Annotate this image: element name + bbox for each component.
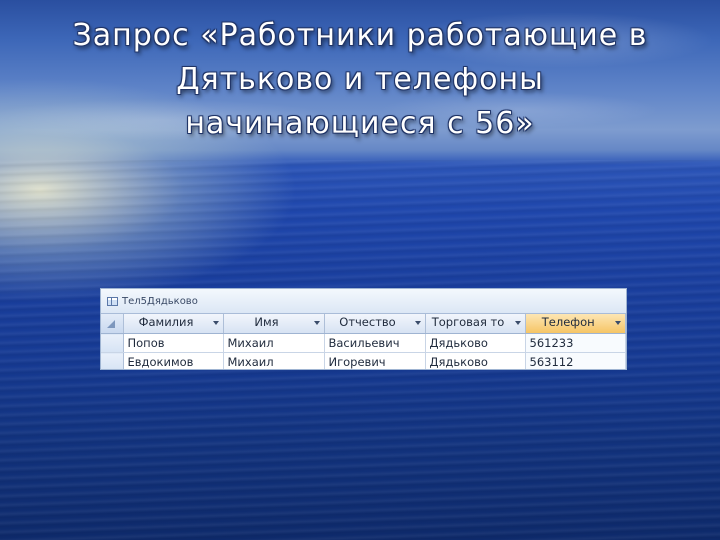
datasheet-grid: Фамилия Имя Отчество Торговая то Телефон: [101, 314, 626, 369]
row-selector[interactable]: [101, 352, 124, 369]
column-header-label: Телефон: [541, 315, 595, 329]
column-header-phone[interactable]: Телефон: [525, 314, 626, 334]
row-selector[interactable]: [101, 333, 124, 353]
table-cell[interactable]: 561233: [525, 333, 626, 353]
table-row[interactable]: Попов Михаил Васильевич Дядьково 561233: [101, 333, 626, 353]
column-header-label: Торговая то: [431, 315, 505, 329]
chevron-down-icon[interactable]: [514, 321, 521, 325]
slide-title-line-2: Дятьково и телефоны: [176, 62, 544, 97]
chevron-down-icon[interactable]: [313, 321, 320, 325]
table-cell[interactable]: Дядьково: [425, 352, 526, 369]
query-datasheet-window: Тел5Дядьково Фамилия Имя Отчество Торгов…: [100, 288, 627, 370]
datasheet-tab-label: Тел5Дядьково: [122, 295, 198, 307]
column-header-surname[interactable]: Фамилия: [123, 314, 224, 334]
table-cell[interactable]: Евдокимов: [123, 352, 224, 369]
column-header-label: Фамилия: [138, 315, 194, 329]
column-header-patronymic[interactable]: Отчество: [324, 314, 426, 334]
chevron-down-icon[interactable]: [212, 321, 219, 325]
table-cell[interactable]: Попов: [123, 333, 224, 353]
slide-title-line-1: Запрос «Работники работающие в: [72, 18, 648, 53]
table-cell[interactable]: Михаил: [223, 333, 325, 353]
datasheet-tab[interactable]: Тел5Дядьково: [101, 289, 626, 314]
table-cell[interactable]: 563112: [525, 352, 626, 369]
column-header-name[interactable]: Имя: [223, 314, 325, 334]
slide-title: Запрос «Работники работающие в Дятьково …: [0, 14, 720, 146]
chevron-down-icon[interactable]: [414, 321, 421, 325]
table-cell[interactable]: Васильевич: [324, 333, 426, 353]
datasheet-icon: [107, 296, 118, 306]
table-row[interactable]: Евдокимов Михаил Игоревич Дядьково 56311…: [101, 352, 626, 369]
slide-title-line-3: начинающиеся с 56»: [185, 106, 535, 141]
chevron-down-icon[interactable]: [615, 321, 621, 325]
select-all-icon: [107, 320, 115, 328]
table-cell[interactable]: Игоревич: [324, 352, 426, 369]
table-cell[interactable]: Дядьково: [425, 333, 526, 353]
table-cell[interactable]: Михаил: [223, 352, 325, 369]
select-all-button[interactable]: [101, 314, 124, 334]
header-row: Фамилия Имя Отчество Торговая то Телефон: [101, 314, 626, 334]
column-header-trade-point[interactable]: Торговая то: [425, 314, 526, 334]
column-header-label: Отчество: [339, 315, 396, 329]
column-header-label: Имя: [254, 315, 279, 329]
